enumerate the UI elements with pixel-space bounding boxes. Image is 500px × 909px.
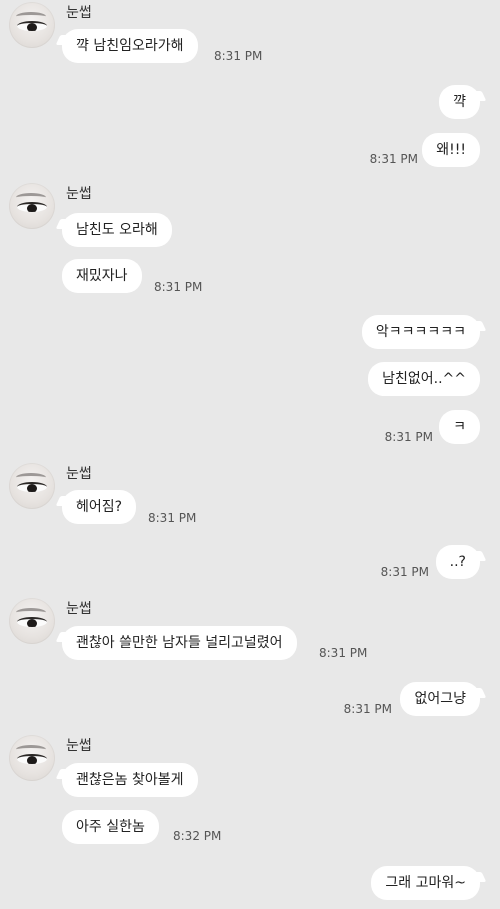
sender-name: 눈썹 [66, 5, 92, 21]
message-bubble[interactable]: 아주 실한놈 [62, 810, 159, 844]
message-bubble[interactable]: 괜찮은놈 찾아볼게 [62, 763, 198, 797]
message-bubble[interactable]: 괜찮아 쓸만한 남자들 널리고널렸어 [62, 626, 297, 660]
message-timestamp: 8:31 PM [369, 152, 418, 166]
message-bubble[interactable]: 헤어짐? [62, 490, 137, 524]
message-timestamp: 8:31 PM [343, 702, 392, 716]
message-bubble[interactable]: 남친도 오라해 [62, 213, 172, 247]
message-bubble[interactable]: 꺅 남친임오라가해 [62, 29, 198, 63]
sender-name: 눈썹 [66, 466, 92, 482]
message-timestamp: 8:31 PM [384, 430, 433, 444]
avatar[interactable] [9, 2, 55, 48]
message-bubble[interactable]: ㅋ [439, 410, 480, 444]
message-timestamp: 8:31 PM [148, 511, 197, 525]
avatar[interactable] [9, 183, 55, 229]
avatar[interactable] [9, 735, 55, 781]
avatar[interactable] [9, 598, 55, 644]
sender-name: 눈썹 [66, 738, 92, 754]
message-bubble[interactable]: ..? [435, 545, 480, 579]
sender-name: 눈썹 [66, 186, 92, 202]
message-bubble[interactable]: 악ㅋㅋㅋㅋㅋㅋ [361, 315, 480, 349]
message-timestamp: 8:31 PM [319, 646, 368, 660]
message-timestamp: 8:31 PM [154, 280, 203, 294]
message-bubble[interactable]: 그래 고마워~ [371, 866, 480, 900]
message-timestamp: 8:31 PM [214, 49, 263, 63]
message-bubble[interactable]: 없어그냥 [400, 682, 480, 716]
message-timestamp: 8:31 PM [380, 565, 429, 579]
message-bubble[interactable]: 재밌자나 [62, 259, 142, 293]
avatar[interactable] [9, 463, 55, 509]
message-bubble[interactable]: 왜!!! [422, 133, 480, 167]
message-bubble[interactable]: 꺅 [439, 85, 480, 119]
sender-name: 눈썹 [66, 601, 92, 617]
message-bubble[interactable]: 남친없어..^^ [368, 362, 480, 396]
message-timestamp: 8:32 PM [173, 829, 222, 843]
